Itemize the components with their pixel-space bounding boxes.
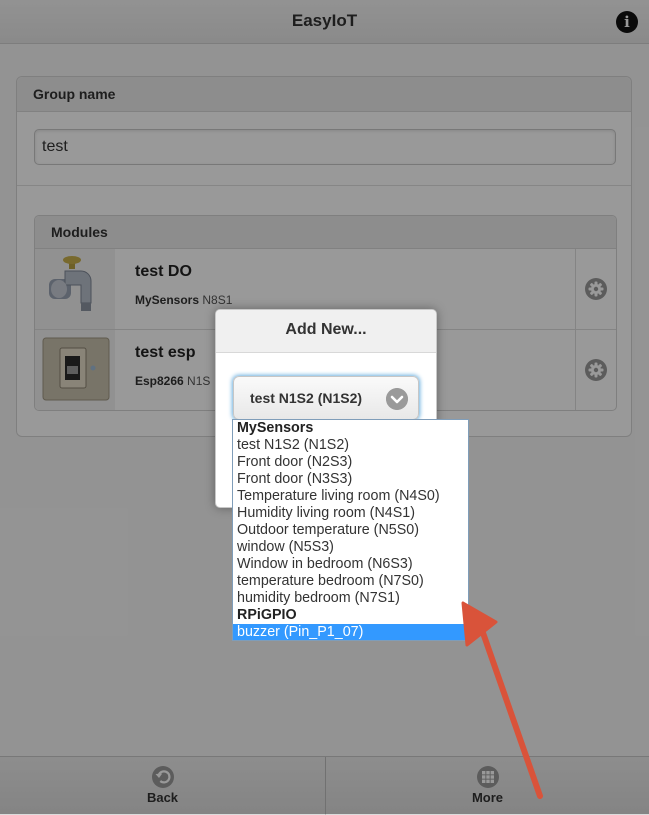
dropdown-option[interactable]: Outdoor temperature (N5S0) [233, 522, 468, 539]
dropdown-option[interactable]: humidity bedroom (N7S1) [233, 590, 468, 607]
chevron-down-icon [386, 388, 408, 410]
option-group-label: MySensors [237, 420, 314, 436]
selected-option: test N1S2 (N1S2) [250, 390, 363, 406]
option-group-label: RPiGPIO [237, 607, 297, 623]
dropdown-option[interactable]: temperature bedroom (N7S0) [233, 573, 468, 590]
dropdown-option[interactable]: buzzer (Pin_P1_07) [233, 624, 468, 640]
select-dropdown-list[interactable]: MySensors test N1S2 (N1S2) Front door (N2S… [232, 419, 469, 641]
dropdown-option[interactable]: Window in bedroom (N6S3) [233, 556, 468, 573]
dropdown-option[interactable]: Temperature living room (N4S0) [233, 488, 468, 505]
dialog-title: Add New... [216, 310, 436, 353]
dropdown-option[interactable]: Front door (N3S3) [233, 471, 468, 488]
dropdown-option[interactable]: Front door (N2S3) [233, 454, 468, 471]
dropdown-option[interactable]: test N1S2 (N1S2) [233, 437, 468, 454]
dropdown-option[interactable]: Humidity living room (N4S1) [233, 505, 468, 522]
module-select[interactable]: test N1S2 (N1S2) [233, 376, 419, 420]
dropdown-option[interactable]: window (N5S3) [233, 539, 468, 556]
